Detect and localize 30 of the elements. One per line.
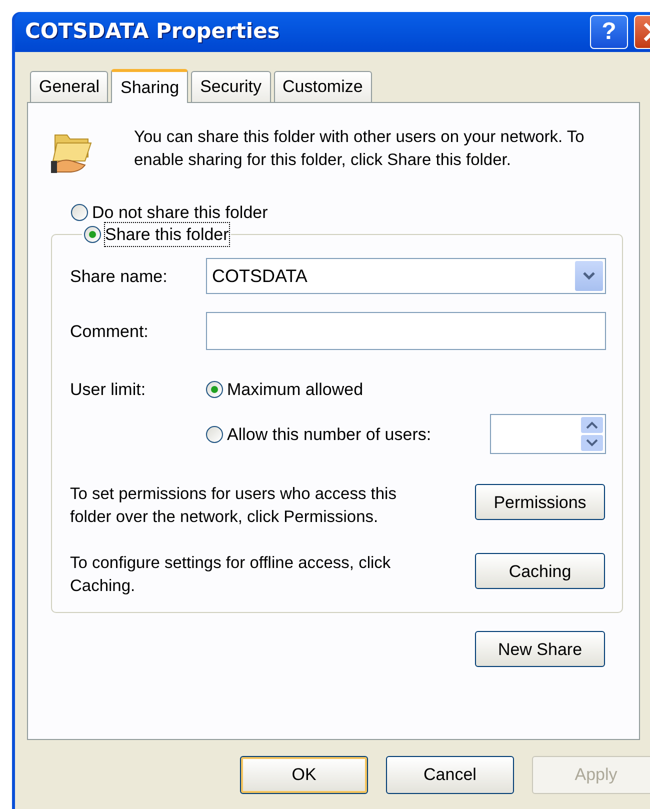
window-title: COTSDATA Properties (25, 18, 280, 46)
radio-button[interactable] (206, 426, 223, 442)
field-label: Share name: (70, 266, 168, 288)
option-label[interactable]: Do not share this folder (92, 200, 268, 224)
sharing-description: You can share this folder with other users on your network. To enable sharing for this folder, click Share this folder. (134, 127, 586, 171)
field-label: User limit: (70, 379, 147, 401)
field-label: Comment: (70, 320, 150, 342)
spinner-arrows-icon[interactable] (581, 417, 603, 451)
user-count-spinner[interactable] (490, 414, 606, 454)
radio-button[interactable] (71, 204, 88, 220)
tab[interactable]: Security (191, 71, 271, 102)
radio-button[interactable] (84, 226, 101, 242)
tab[interactable]: Customize (274, 71, 372, 102)
option-label[interactable]: Share this folder (105, 222, 229, 246)
help-button[interactable]: ? (590, 15, 628, 49)
tab[interactable]: General (30, 71, 108, 102)
dropdown-value: COTSDATA (212, 264, 308, 288)
caching-description: To configure settings for offline access, click Caching. (70, 553, 392, 597)
button[interactable]: OK (240, 756, 368, 794)
button[interactable]: Permissions (475, 484, 605, 520)
share-name-dropdown[interactable]: COTSDATA (206, 258, 606, 294)
comment-field[interactable] (206, 312, 606, 350)
tab[interactable]: Sharing (111, 69, 188, 103)
option-label[interactable]: Maximum allowed (227, 378, 364, 401)
permissions-description: To set permissions for users who access this folder over the network, click Permissions. (70, 484, 398, 528)
button[interactable]: Caching (475, 553, 605, 589)
option-label[interactable]: Allow this number of users: (227, 422, 432, 446)
button[interactable]: Cancel (386, 756, 514, 794)
radio-button[interactable] (206, 381, 223, 398)
button[interactable]: New Share (475, 631, 605, 667)
